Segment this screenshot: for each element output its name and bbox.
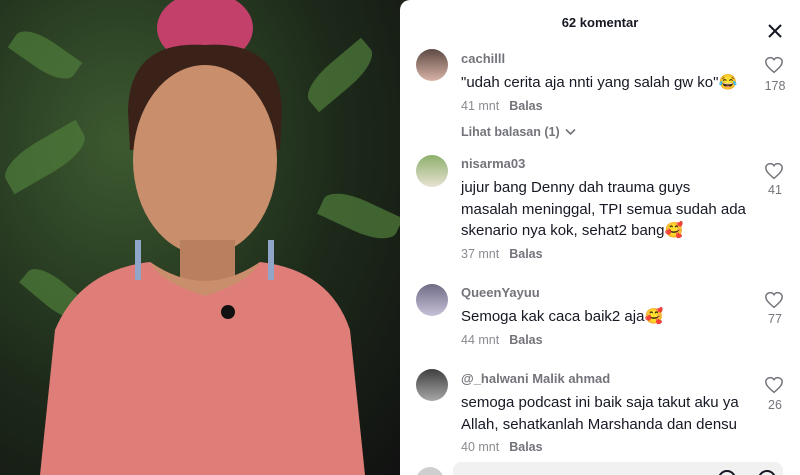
- heart-outline-icon[interactable]: [764, 376, 784, 394]
- view-replies-button[interactable]: Lihat balasan (1): [461, 125, 576, 139]
- comment-text: semoga podcast ini baik saja takut aku y…: [461, 394, 739, 433]
- comment-time: 41 mnt: [461, 99, 500, 113]
- comment-text: Semoga kak caca baik2 aja🥰: [461, 308, 664, 325]
- avatar[interactable]: [416, 155, 448, 187]
- comments-panel: 62 komentar cachilll "udah cerita aja nn…: [400, 0, 800, 475]
- view-replies-label: Lihat balasan (1): [461, 125, 560, 139]
- reply-button[interactable]: Balas: [509, 99, 542, 113]
- comment-meta: 40 mnt Balas: [461, 440, 543, 454]
- comment-count-title: 62 komentar: [561, 15, 639, 30]
- heart-outline-icon[interactable]: [764, 56, 784, 74]
- like-count: 77: [768, 312, 782, 326]
- comment-time: 37 mnt: [461, 247, 500, 261]
- close-icon[interactable]: [765, 21, 785, 41]
- comment-username[interactable]: QueenYayuu: [461, 285, 540, 300]
- avatar[interactable]: [416, 49, 448, 81]
- like-count: 26: [768, 398, 782, 412]
- chevron-down-icon: [565, 128, 576, 136]
- like-count: 41: [768, 183, 782, 197]
- heart-outline-icon[interactable]: [764, 162, 784, 180]
- person-silhouette: [40, 0, 365, 475]
- comment-meta: 37 mnt Balas: [461, 247, 543, 261]
- comment-meta: 41 mnt Balas: [461, 99, 543, 113]
- comment-text: "udah cerita aja nnti yang salah gw ko"😂: [461, 74, 738, 91]
- avatar[interactable]: [416, 369, 448, 401]
- comment-time: 44 mnt: [461, 333, 500, 347]
- comment-time: 40 mnt: [461, 440, 500, 454]
- avatar: [416, 467, 444, 475]
- reply-button[interactable]: Balas: [509, 333, 542, 347]
- comment-meta: 44 mnt Balas: [461, 333, 543, 347]
- video-frame[interactable]: [0, 0, 400, 475]
- heart-outline-icon[interactable]: [764, 291, 784, 309]
- like-count: 178: [764, 79, 786, 93]
- comments-header: 62 komentar: [400, 0, 800, 44]
- comment-username[interactable]: @_halwani Malik ahmad: [461, 371, 610, 386]
- comment-username[interactable]: cachilll: [461, 51, 505, 66]
- reply-button[interactable]: Balas: [509, 440, 542, 454]
- reply-button[interactable]: Balas: [509, 247, 542, 261]
- avatar[interactable]: [416, 284, 448, 316]
- comment-text: jujur bang Denny dah trauma guys masalah…: [461, 179, 746, 239]
- comment-input-bar: [400, 460, 800, 475]
- comment-username[interactable]: nisarma03: [461, 156, 525, 171]
